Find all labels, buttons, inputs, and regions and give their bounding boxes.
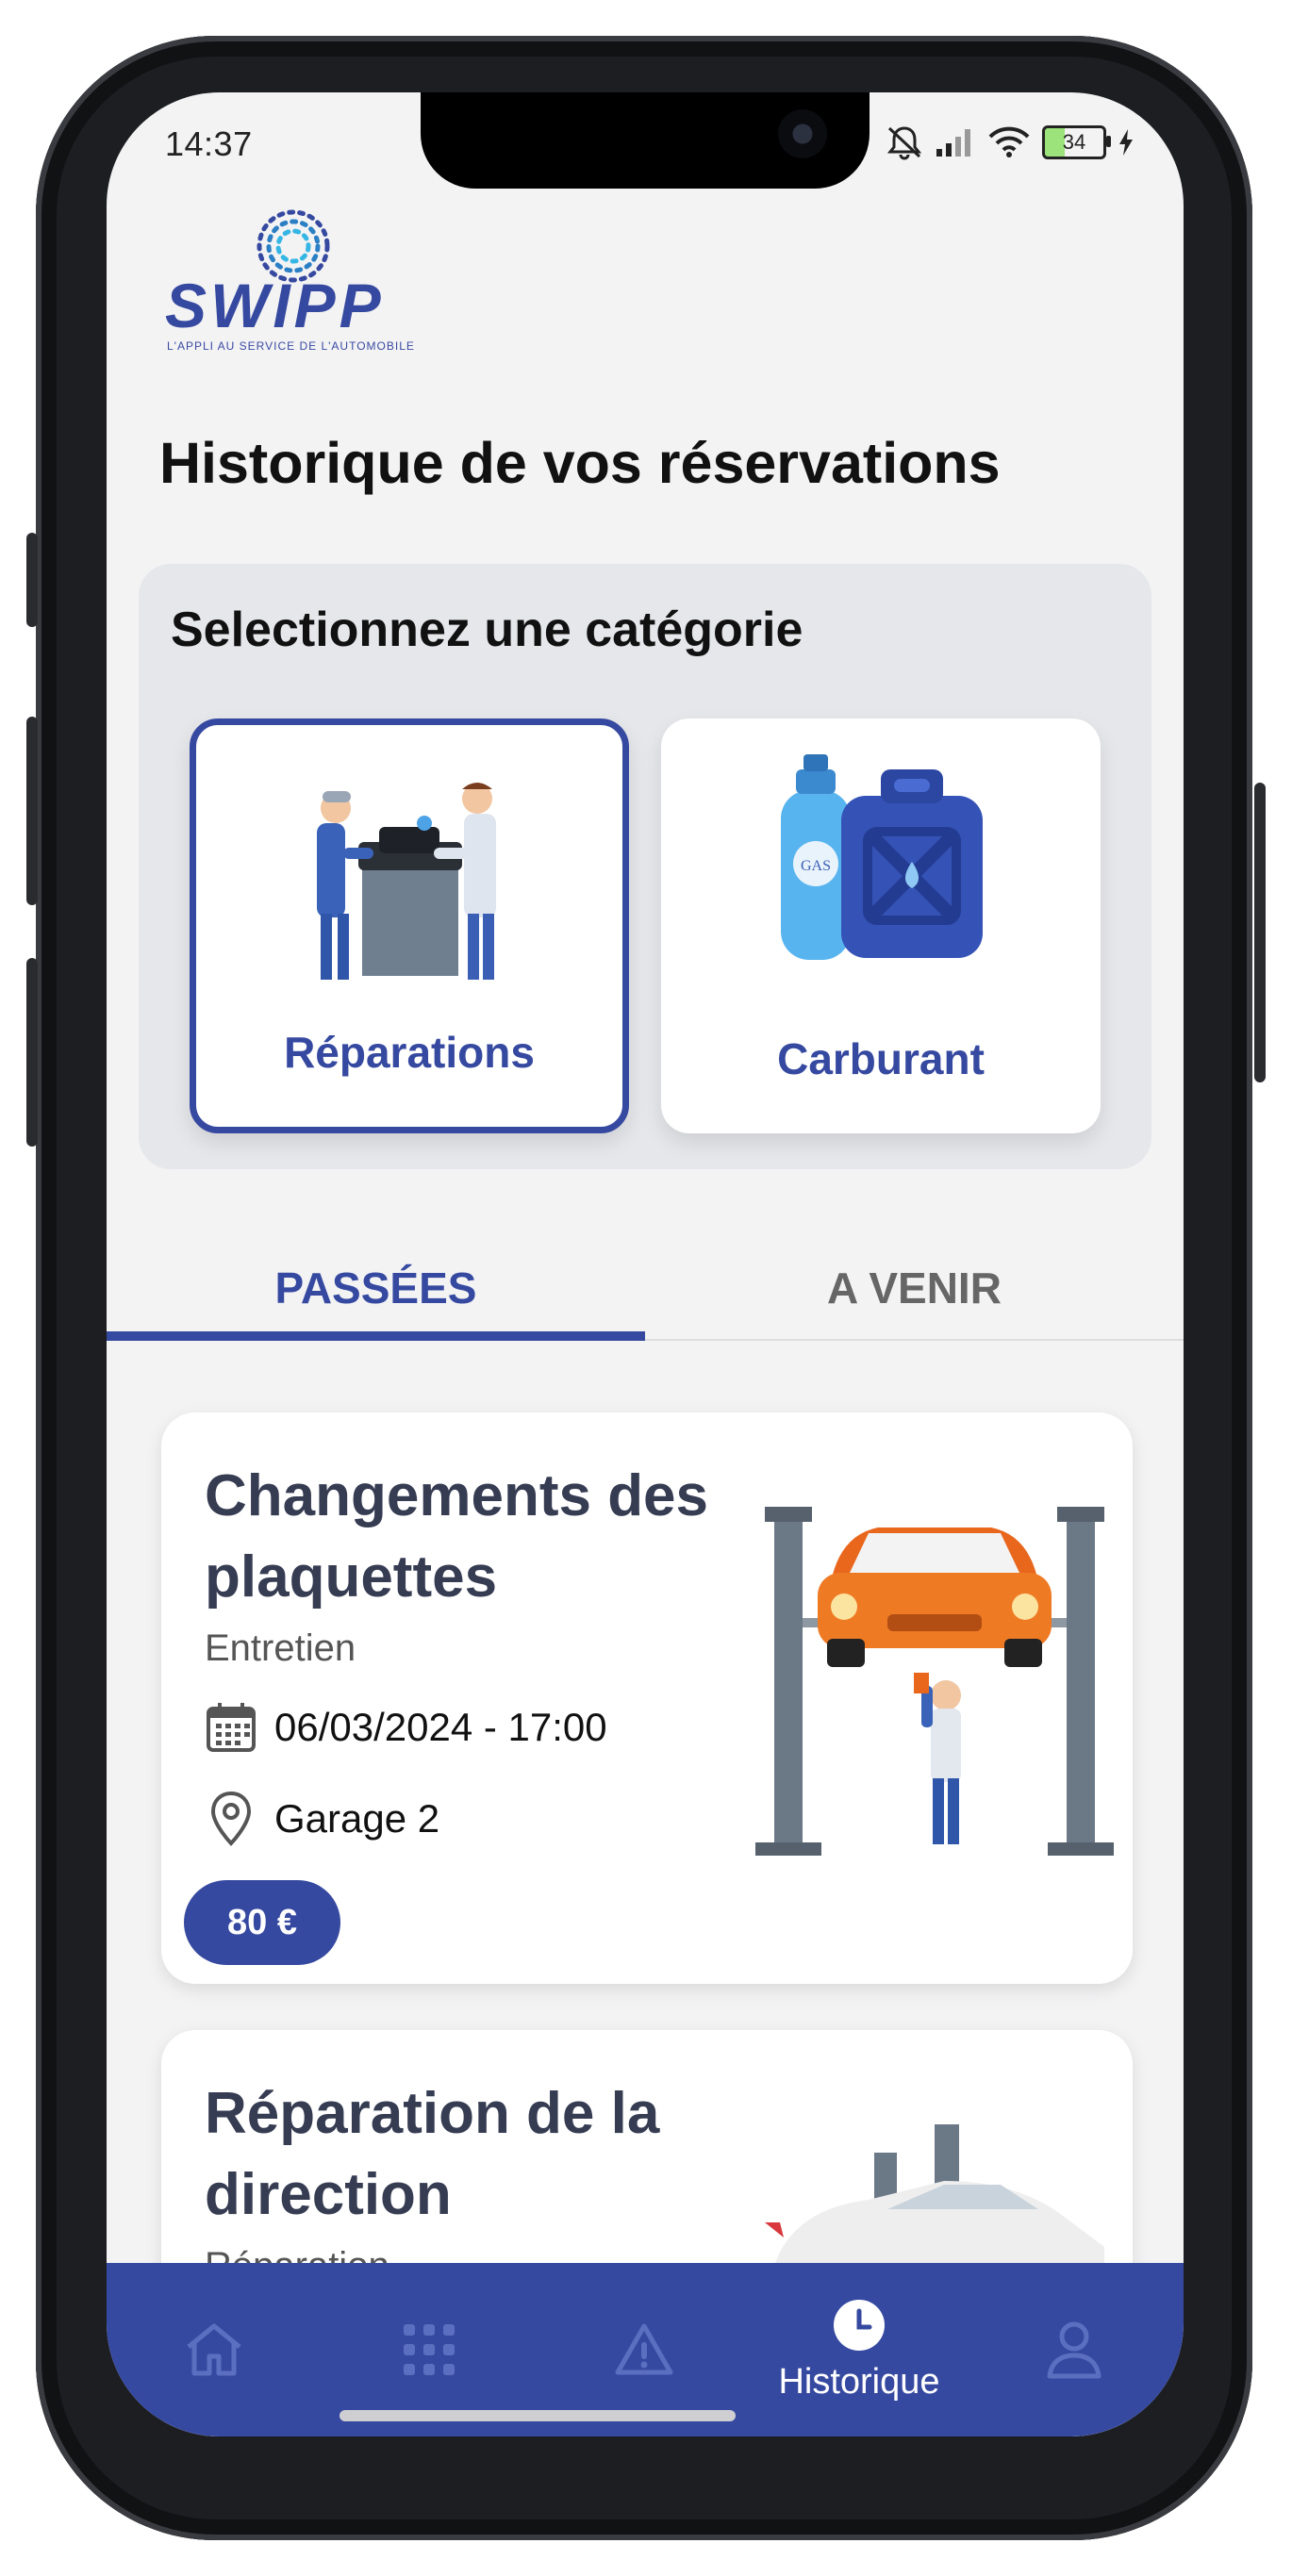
category-label: Carburant: [777, 1034, 985, 1083]
wifi-icon: [988, 126, 1030, 157]
nav-profile[interactable]: [967, 2263, 1182, 2436]
tab-passees[interactable]: PASSÉES: [107, 1233, 645, 1343]
app-logo-text: SWIPP: [165, 271, 385, 340]
mute-switch: [26, 533, 38, 627]
notch: [421, 92, 870, 189]
reservation-location: Garage 2: [274, 1796, 440, 1841]
battery-level: 34: [1062, 130, 1086, 154]
reservation-type: Entretien: [205, 1627, 356, 1669]
mute-icon: [886, 126, 922, 160]
reservation-location-row: Garage 2: [205, 1790, 439, 1848]
car-lift-mechanic-illustration: [755, 1507, 1114, 1856]
active-tab-indicator: [107, 1331, 645, 1341]
reservation-datetime: 06/03/2024 - 17:00: [274, 1705, 607, 1749]
reservation-title-line1: Changements des: [205, 1463, 709, 1528]
category-panel: Selectionnez une catégorie Réparations G…: [139, 564, 1151, 1169]
reservation-title-line2: plaquettes: [205, 1544, 498, 1610]
reservation-tabs: PASSÉES A VENIR: [107, 1233, 1184, 1343]
power-button: [1254, 783, 1266, 1082]
nav-historique-label: Historique: [778, 2361, 940, 2402]
calendar-icon: [207, 1703, 256, 1752]
car-on-lift-illustration: [765, 2124, 1104, 2275]
warning-icon: [615, 2323, 673, 2375]
home-indicator[interactable]: [340, 2410, 736, 2421]
status-time: 14:37: [165, 124, 253, 163]
charging-icon: [1119, 129, 1133, 156]
category-card-reparations[interactable]: Réparations: [190, 718, 629, 1133]
reservation-datetime-row: 06/03/2024 - 17:00: [205, 1701, 607, 1754]
app-screen: 14:37 34 SWIPP L'APPLI AU SERVICE DE L'A…: [107, 92, 1184, 2436]
location-pin-icon: [210, 1791, 252, 1846]
reservation-title-line2: direction: [205, 2162, 452, 2227]
category-card-carburant[interactable]: GAS Carburant: [661, 718, 1101, 1133]
tab-a-venir[interactable]: A VENIR: [645, 1233, 1184, 1343]
clock-icon: [834, 2299, 885, 2351]
app-logo-tagline: L'APPLI AU SERVICE DE L'AUTOMOBILE: [167, 339, 415, 353]
nav-historique[interactable]: Historique: [752, 2263, 967, 2436]
home-icon: [187, 2323, 241, 2376]
reservation-title-line1: Réparation de la: [205, 2081, 660, 2146]
grid-icon: [404, 2324, 455, 2375]
mechanics-illustration: [317, 783, 496, 980]
signal-icon: [936, 129, 970, 157]
user-icon: [1047, 2321, 1102, 2379]
reservation-card[interactable]: Changements des plaquettes Entretien 06/…: [161, 1412, 1133, 1984]
price-badge: 80 €: [184, 1880, 340, 1965]
fuel-canister-illustration: GAS: [781, 754, 983, 960]
nav-home[interactable]: [107, 2263, 322, 2436]
category-heading: Selectionnez une catégorie: [171, 603, 803, 657]
volume-up-button: [26, 717, 38, 905]
page-title: Historique de vos réservations: [159, 431, 1001, 495]
battery-icon: 34: [1042, 125, 1111, 159]
volume-down-button: [26, 958, 38, 1147]
front-camera: [778, 109, 827, 158]
svg-text:GAS: GAS: [801, 858, 831, 874]
category-label: Réparations: [284, 1028, 535, 1077]
status-icons: 34: [886, 124, 1135, 160]
